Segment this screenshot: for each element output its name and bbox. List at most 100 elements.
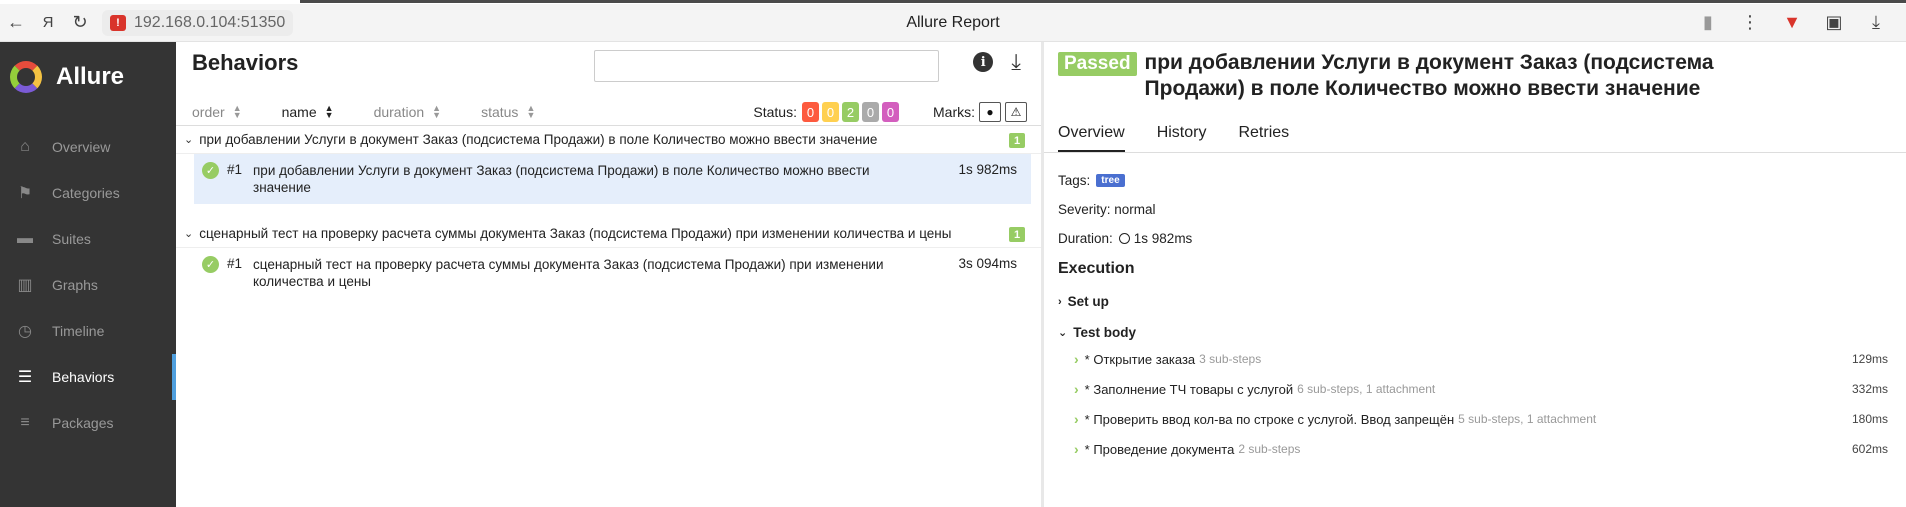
packages-icon: ≡ <box>20 414 30 431</box>
chevron-down-icon: ⌄ <box>184 134 194 146</box>
sidebar-item-behaviors[interactable]: ☰ Behaviors <box>0 354 176 400</box>
insecure-warning-icon[interactable]: ! <box>110 14 126 31</box>
group-name: при добавлении Услуги в документ Заказ (… <box>199 132 878 147</box>
status-label: Status: <box>753 104 797 120</box>
dislike-extension-icon[interactable]: ▼ <box>1774 7 1810 39</box>
sidebar-item-graphs[interactable]: ▥ Graphs <box>0 262 176 308</box>
sort-label: duration <box>373 103 425 120</box>
reload-icon[interactable]: ↻ <box>64 7 96 39</box>
extension-icon[interactable]: ▣ <box>1816 7 1852 39</box>
search-input[interactable] <box>594 50 939 82</box>
group-header[interactable]: ⌄ при добавлении Услуги в документ Заказ… <box>176 126 1041 154</box>
bar-chart-icon: ▥ <box>17 277 33 294</box>
sidebar-item-label: Categories <box>52 185 120 201</box>
status-passed-badge[interactable]: 2 <box>842 102 859 122</box>
more-menu-icon[interactable]: ⋮ <box>1732 7 1768 39</box>
duration-label: Duration: <box>1058 231 1113 246</box>
sidebar-item-label: Graphs <box>52 277 98 293</box>
sort-duration[interactable]: duration ▲ ▼ <box>373 102 442 120</box>
test-title: при добавлении Услуги в документ Заказ (… <box>1144 51 1714 100</box>
sort-arrows-icon: ▲ ▼ <box>324 102 334 120</box>
sort-order[interactable]: order ▲ ▼ <box>192 103 242 120</box>
sort-arrows-icon: ▲ ▼ <box>432 102 442 120</box>
flag-icon: ⚑ <box>17 185 33 202</box>
duration-value: 1s 982ms <box>1133 231 1193 246</box>
back-icon[interactable]: ← <box>0 7 32 39</box>
flaky-mark-icon[interactable]: ● <box>979 102 1001 122</box>
status-filter: Status: 0 0 2 0 0 <box>753 102 899 122</box>
passed-check-icon: ✓ <box>202 162 219 179</box>
step-name: * Проверить ввод кол-ва по строке с услу… <box>1084 411 1455 427</box>
sidebar-item-timeline[interactable]: ◷ Timeline <box>0 308 176 354</box>
case-name: при добавлении Услуги в документ Заказ (… <box>253 163 870 195</box>
step-duration: 129ms <box>1851 352 1888 366</box>
sort-status[interactable]: status ▲ ▼ <box>481 103 535 120</box>
tag-badge[interactable]: tree <box>1096 174 1125 187</box>
sidebar-item-categories[interactable]: ⚑ Categories <box>0 170 176 216</box>
sort-label: status <box>481 103 519 120</box>
execution-heading: Execution <box>1058 260 1135 277</box>
sidebar-menu: ⌂ Overview ⚑ Categories ▬ Suites ▥ Graph… <box>0 124 176 446</box>
sidebar-item-packages[interactable]: ≡ Packages <box>0 400 176 446</box>
step-meta: 3 sub-steps <box>1199 352 1262 366</box>
sidebar-item-label: Suites <box>52 231 91 247</box>
sort-name[interactable]: name ▲ ▼ <box>281 102 334 120</box>
status-badge: Passed <box>1058 52 1137 76</box>
step-duration: 180ms <box>1851 412 1888 426</box>
step-row[interactable]: › * Заполнение ТЧ товары с услугой 6 sub… <box>1058 381 1892 397</box>
test-case-row[interactable]: ✓ #1 сценарный тест на проверку расчета … <box>194 248 1031 298</box>
sidebar-item-overview[interactable]: ⌂ Overview <box>0 124 176 170</box>
chevron-down-icon: ⌄ <box>184 228 194 240</box>
status-unknown-badge[interactable]: 0 <box>882 102 899 122</box>
chevron-right-icon: › <box>1074 351 1079 367</box>
download-report-icon[interactable]: ⤓ <box>1011 51 1021 73</box>
address-bar[interactable]: ! 192.168.0.104:51350 <box>102 9 294 36</box>
test-details-pane: Passed при добавлении Услуги в документ … <box>1044 42 1906 507</box>
sidebar-item-label: Timeline <box>52 323 105 339</box>
step-row[interactable]: › * Проведение документа 2 sub-steps 602… <box>1058 441 1892 457</box>
step-row[interactable]: › * Открытие заказа 3 sub-steps 129ms <box>1058 351 1892 367</box>
status-broken-badge[interactable]: 0 <box>822 102 839 122</box>
test-case-row[interactable]: ✓ #1 при добавлении Услуги в документ За… <box>194 154 1031 204</box>
group-header[interactable]: ⌄ сценарный тест на проверку расчета сум… <box>176 220 1041 248</box>
step-duration: 332ms <box>1851 382 1888 396</box>
setup-section[interactable]: › Set up <box>1058 294 1892 309</box>
brand-name: Allure <box>56 63 125 90</box>
sort-bar: order ▲ ▼ name ▲ ▼ duration ▲ ▼ status ▲ ▼ Statu… <box>176 98 1041 126</box>
step-name: * Заполнение ТЧ товары с услугой <box>1084 381 1294 397</box>
download-icon[interactable]: ⤓ <box>1858 7 1894 39</box>
status-failed-badge[interactable]: 0 <box>802 102 819 122</box>
brand[interactable]: Allure <box>0 42 176 112</box>
home-icon: ⌂ <box>20 138 30 155</box>
tab-retries[interactable]: Retries <box>1238 118 1289 152</box>
url-text: 192.168.0.104:51350 <box>134 13 286 31</box>
tab-history[interactable]: History <box>1157 118 1207 152</box>
test-body-section[interactable]: ⌄ Test body <box>1058 325 1892 340</box>
behaviors-title: Behaviors <box>192 50 299 75</box>
allure-logo-icon <box>10 61 42 93</box>
sidebar-item-suites[interactable]: ▬ Suites <box>0 216 176 262</box>
case-number: #1 <box>227 162 243 177</box>
group-name: сценарный тест на проверку расчета суммы… <box>199 226 952 241</box>
severity-line: Severity: normal <box>1058 202 1156 217</box>
case-duration: 1s 982ms <box>958 162 1017 177</box>
step-meta: 5 sub-steps, 1 attachment <box>1458 412 1597 426</box>
info-icon[interactable]: i <box>973 52 994 72</box>
sort-label: name <box>281 103 317 120</box>
tags-line: Tags: tree <box>1058 173 1892 188</box>
test-body-label: Test body <box>1073 325 1136 340</box>
clock-icon <box>1118 233 1130 244</box>
marks-label: Marks: <box>933 104 975 120</box>
status-skipped-badge[interactable]: 0 <box>862 102 879 122</box>
browser-toolbar: ← Я ↻ ! 192.168.0.104:51350 Allure Repor… <box>0 4 1906 42</box>
yandex-icon[interactable]: Я <box>32 7 64 39</box>
step-row[interactable]: › * Проверить ввод кол-ва по строке с ус… <box>1058 411 1892 427</box>
sidebar-item-label: Overview <box>52 139 111 155</box>
new-failed-mark-icon[interactable]: ⚠ <box>1005 102 1027 122</box>
chevron-down-icon: ⌄ <box>1058 327 1068 339</box>
chevron-right-icon: › <box>1074 381 1079 397</box>
tags-label: Tags: <box>1058 173 1091 188</box>
bookmark-icon[interactable]: ▮ <box>1690 7 1726 39</box>
tab-overview[interactable]: Overview <box>1058 118 1125 152</box>
step-name: * Открытие заказа <box>1084 351 1196 367</box>
